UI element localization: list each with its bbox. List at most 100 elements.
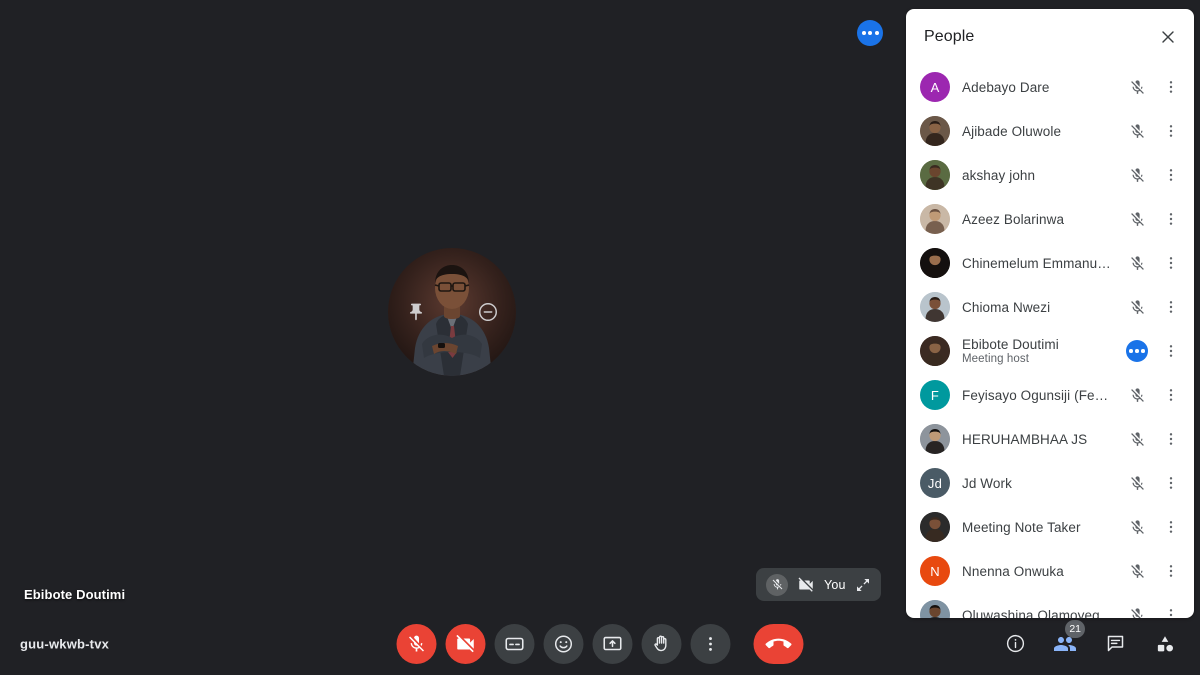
mic-off-icon[interactable] [1120,167,1154,184]
close-icon[interactable] [1150,19,1186,55]
present-screen-button[interactable] [592,623,633,664]
meeting-details-button[interactable] [998,627,1032,661]
more-vertical-icon[interactable] [1154,563,1188,579]
avatar-photo [920,336,950,366]
avatar-initial: Jd [920,468,950,498]
participant-row[interactable]: A Adebayo Dare [906,65,1194,109]
participant-row[interactable]: Oluwashina Olamoyegun [906,593,1194,618]
participant-name: Nnenna Onwuka [962,563,1064,579]
more-vertical-icon[interactable] [1154,255,1188,271]
more-options-button[interactable] [690,623,731,664]
pin-icon[interactable] [401,297,431,327]
speaking-dots-icon[interactable] [857,20,883,46]
more-vertical-icon[interactable] [1154,343,1188,359]
speaking-dots-icon [1120,340,1154,362]
avatar-initial: A [920,72,950,102]
more-vertical-icon[interactable] [1154,123,1188,139]
participant-name: Chioma Nwezi [962,299,1051,315]
participant-name: Ajibade Oluwole [962,123,1062,139]
avatar-initial: F [920,380,950,410]
participant-info: Adebayo Dare [962,80,1120,95]
participant-row[interactable]: F Feyisayo Ogunsiji (Feyish... [906,373,1194,417]
camera-toggle-button[interactable] [445,623,486,664]
mic-off-icon[interactable] [1120,79,1154,96]
end-call-button[interactable] [753,623,804,664]
mic-off-icon[interactable] [1120,475,1154,492]
participant-row[interactable]: Azeez Bolarinwa [906,197,1194,241]
participant-row[interactable]: HERUHAMBHAA JS [906,417,1194,461]
mic-off-icon[interactable] [1120,123,1154,140]
avatar-photo [920,160,950,190]
avatar [388,248,516,376]
people-panel-header: People [906,9,1194,65]
avatar-photo [920,600,950,618]
avatar-photo [920,512,950,542]
participant-row[interactable]: akshay john [906,153,1194,197]
mic-off-icon[interactable] [1120,607,1154,618]
avatar-photo [920,248,950,278]
participant-row[interactable]: N Nnenna Onwuka [906,549,1194,593]
participant-name: Azeez Bolarinwa [962,211,1065,227]
mic-off-icon[interactable] [1120,519,1154,536]
participant-row[interactable]: Ebibote Doutimi Meeting host [906,329,1194,373]
participant-row[interactable]: Ajibade Oluwole [906,109,1194,153]
raise-hand-button[interactable] [641,623,682,664]
emoji-reaction-button[interactable] [543,623,584,664]
participant-row[interactable]: Jd Jd Work [906,461,1194,505]
participant-info: Azeez Bolarinwa [962,212,1120,227]
participant-name: HERUHAMBHAA JS [962,431,1088,447]
people-panel-button[interactable]: 21 [1048,619,1085,661]
avatar-photo [920,424,950,454]
more-vertical-icon[interactable] [1154,167,1188,183]
tile-hover-controls [388,248,516,376]
participant-tile-main[interactable]: Ebibote Doutimi [0,0,906,612]
more-vertical-icon[interactable] [1154,475,1188,491]
participant-info: Chioma Nwezi [962,300,1120,315]
mic-off-icon[interactable] [1120,299,1154,316]
mic-off-icon[interactable] [1120,563,1154,580]
expand-icon[interactable] [855,577,871,593]
participant-info: akshay john [962,168,1120,183]
participant-info: Oluwashina Olamoyegun [962,608,1120,619]
more-vertical-icon[interactable] [1154,387,1188,403]
mic-toggle-button[interactable] [396,623,437,664]
participant-row[interactable]: Chinemelum Emmanuel N... [906,241,1194,285]
participant-list[interactable]: A Adebayo Dare Ajibade Oluwole akshay joh… [906,65,1194,618]
participant-info: Ajibade Oluwole [962,124,1120,139]
avatar-photo [920,116,950,146]
mic-off-icon[interactable] [1120,255,1154,272]
participant-name: akshay john [962,167,1036,183]
more-vertical-icon[interactable] [1154,607,1188,618]
participant-name: Oluwashina Olamoyegun [962,607,1114,619]
participant-info: Chinemelum Emmanuel N... [962,256,1120,271]
participant-info: HERUHAMBHAA JS [962,432,1120,447]
participant-role: Meeting host [962,353,1030,365]
participant-info: Meeting Note Taker [962,520,1120,535]
people-count-badge: 21 [1065,619,1085,638]
avatar-photo [920,204,950,234]
mic-off-icon[interactable] [1120,431,1154,448]
more-vertical-icon[interactable] [1154,299,1188,315]
google-meet-window: Ebibote Doutimi You guu-wkwb-tvx 21 Peop… [0,0,1200,675]
mic-off-icon[interactable] [1120,387,1154,404]
participant-name: Jd Work [962,475,1012,491]
participant-name: Chinemelum Emmanuel N... [962,255,1114,271]
activities-button[interactable] [1148,627,1182,661]
minus-circle-icon[interactable] [473,297,503,327]
participant-row[interactable]: Chioma Nwezi [906,285,1194,329]
self-view-pill[interactable]: You [756,568,881,601]
meeting-right-controls: 21 [998,619,1182,661]
people-panel-title: People [924,28,975,45]
video-stage: Ebibote Doutimi You [0,0,906,612]
mic-off-icon [766,573,788,596]
more-vertical-icon[interactable] [1154,79,1188,95]
chat-panel-button[interactable] [1098,627,1132,661]
more-vertical-icon[interactable] [1154,211,1188,227]
mic-off-icon[interactable] [1120,211,1154,228]
self-view-label: You [824,577,846,592]
participant-row[interactable]: Meeting Note Taker [906,505,1194,549]
more-vertical-icon[interactable] [1154,431,1188,447]
captions-button[interactable] [494,623,535,664]
participant-info: Ebibote Doutimi Meeting host [962,337,1120,365]
more-vertical-icon[interactable] [1154,519,1188,535]
